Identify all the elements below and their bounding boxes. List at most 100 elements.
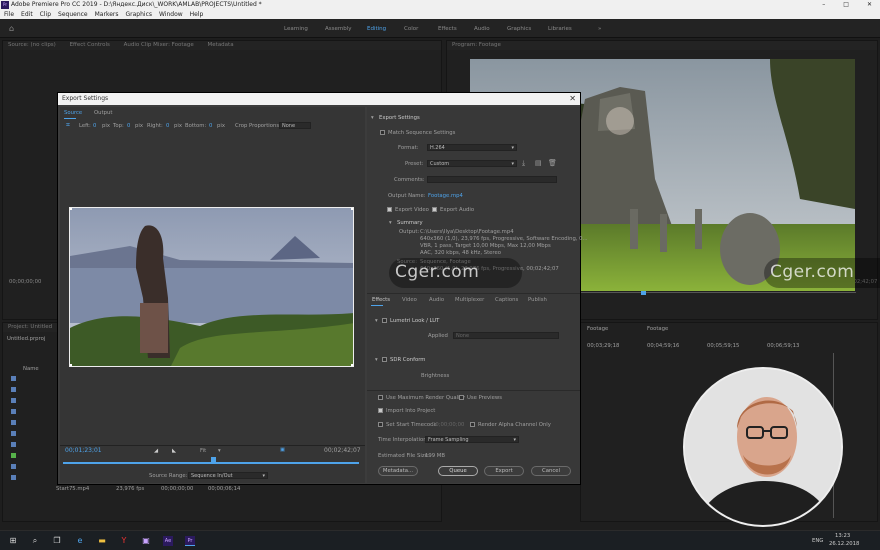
home-icon[interactable]: ⌂ bbox=[9, 24, 14, 33]
tab-multiplexer[interactable]: Multiplexer bbox=[455, 297, 484, 303]
language-indicator[interactable]: ENG bbox=[812, 538, 823, 544]
yandex-browser-icon[interactable]: Y bbox=[119, 536, 129, 546]
crop-proportions-select[interactable]: None bbox=[279, 122, 311, 129]
tab-effect-controls[interactable]: Effect Controls bbox=[70, 42, 110, 48]
timeline-tab-left[interactable]: Footage bbox=[587, 326, 608, 332]
media-encoder-icon[interactable]: ▣ bbox=[141, 536, 151, 546]
chevron-down-icon[interactable]: ▾ bbox=[375, 357, 378, 363]
sdr-checkbox[interactable] bbox=[382, 357, 387, 362]
menu-clip[interactable]: Clip bbox=[40, 10, 51, 19]
tab-audio[interactable]: Audio bbox=[474, 26, 490, 32]
delete-preset-icon[interactable]: 🗑 bbox=[548, 159, 557, 167]
crop-handle[interactable] bbox=[351, 364, 353, 366]
metadata-button[interactable]: Metadata... bbox=[378, 466, 418, 476]
list-item-color bbox=[11, 475, 16, 480]
tab-video-settings[interactable]: Video bbox=[402, 297, 417, 303]
tab-captions[interactable]: Captions bbox=[495, 297, 518, 303]
mark-out-icon[interactable]: ◣ bbox=[172, 448, 176, 454]
crop-tool-icon[interactable]: ⌗ bbox=[66, 121, 70, 130]
after-effects-icon[interactable]: Ae bbox=[163, 536, 173, 546]
timeline-tab-right[interactable]: Footage bbox=[647, 326, 668, 332]
tab-output-preview[interactable]: Output bbox=[94, 110, 112, 116]
clock-date[interactable]: 26.12.2018 bbox=[829, 541, 859, 547]
lumetri-checkbox[interactable] bbox=[382, 318, 387, 323]
max-render-checkbox[interactable] bbox=[378, 395, 383, 400]
render-alpha-checkbox[interactable] bbox=[470, 422, 475, 427]
more-workspaces-icon[interactable]: » bbox=[598, 26, 601, 32]
import-preset-icon[interactable]: ▤ bbox=[535, 159, 542, 167]
source-range-select[interactable]: Sequence In/Out ▾ bbox=[188, 472, 268, 479]
crop-handle[interactable] bbox=[70, 364, 72, 366]
tab-source[interactable]: Source: (no clips) bbox=[8, 42, 56, 48]
maximize-button[interactable]: □ bbox=[843, 0, 849, 10]
preset-select[interactable]: Custom ▾ bbox=[427, 160, 517, 167]
tab-editing[interactable]: Editing bbox=[367, 26, 386, 32]
mark-in-icon[interactable]: ◢ bbox=[154, 448, 158, 454]
edge-icon[interactable]: e bbox=[75, 536, 85, 546]
dialog-close-button[interactable]: ✕ bbox=[569, 93, 576, 105]
chevron-down-icon[interactable]: ▾ bbox=[375, 318, 378, 324]
save-preset-icon[interactable]: ⤓ bbox=[522, 159, 525, 168]
tab-metadata[interactable]: Metadata bbox=[208, 42, 234, 48]
tab-effects-settings[interactable]: Effects bbox=[372, 297, 390, 303]
tab-assembly[interactable]: Assembly bbox=[325, 26, 352, 32]
tab-color[interactable]: Color bbox=[404, 26, 418, 32]
format-select[interactable]: H.264 ▾ bbox=[427, 144, 517, 151]
start-timecode-checkbox[interactable] bbox=[378, 422, 383, 427]
close-window-button[interactable]: ✕ bbox=[867, 0, 872, 10]
project-row-name[interactable]: Start75.mp4 bbox=[56, 486, 89, 492]
output-name-link[interactable]: Footage.mp4 bbox=[428, 193, 463, 199]
menu-window[interactable]: Window bbox=[159, 10, 183, 19]
chevron-down-icon[interactable]: ▾ bbox=[389, 220, 392, 226]
windows-start-icon[interactable]: ⊞ bbox=[8, 536, 18, 546]
column-name-header[interactable]: Name bbox=[23, 366, 39, 372]
ruler-time: 00;05;59;15 bbox=[707, 343, 740, 349]
interp-select[interactable]: Frame Sampling ▾ bbox=[425, 436, 519, 443]
chevron-down-icon[interactable]: ▾ bbox=[371, 115, 374, 121]
menu-markers[interactable]: Markers bbox=[95, 10, 119, 19]
export-video-checkbox[interactable] bbox=[387, 207, 392, 212]
ruler-time: 00;03;29;18 bbox=[587, 343, 620, 349]
export-audio-checkbox[interactable] bbox=[432, 207, 437, 212]
menu-graphics[interactable]: Graphics bbox=[126, 10, 153, 19]
crop-bottom-value[interactable]: 0 bbox=[209, 123, 212, 129]
minimize-button[interactable]: – bbox=[822, 0, 825, 10]
crop-handle[interactable] bbox=[351, 208, 353, 210]
cancel-button[interactable]: Cancel bbox=[531, 466, 571, 476]
chevron-down-icon[interactable]: ▾ bbox=[218, 448, 221, 454]
search-icon[interactable]: ⌕ bbox=[30, 536, 40, 546]
export-preview-frame[interactable] bbox=[69, 207, 354, 367]
premiere-taskbar-icon[interactable]: Pr bbox=[185, 536, 195, 546]
use-previews-checkbox[interactable] bbox=[459, 395, 464, 400]
crop-top-value[interactable]: 0 bbox=[127, 123, 130, 129]
tab-audio-clip-mixer[interactable]: Audio Clip Mixer: Footage bbox=[124, 42, 194, 48]
menu-edit[interactable]: Edit bbox=[21, 10, 33, 19]
menu-sequence[interactable]: Sequence bbox=[58, 10, 88, 19]
clock-time[interactable]: 13:23 bbox=[835, 533, 850, 539]
queue-button[interactable]: Queue bbox=[438, 466, 478, 476]
aspect-icon[interactable]: ▣ bbox=[280, 447, 285, 453]
comments-input[interactable] bbox=[427, 176, 557, 183]
applied-select[interactable]: None bbox=[453, 332, 559, 339]
tab-graphics[interactable]: Graphics bbox=[507, 26, 531, 32]
folder-icon[interactable]: ▬ bbox=[97, 536, 107, 546]
tab-learning[interactable]: Learning bbox=[284, 26, 308, 32]
crop-right-value[interactable]: 0 bbox=[166, 123, 169, 129]
tab-libraries[interactable]: Libraries bbox=[548, 26, 572, 32]
export-button[interactable]: Export bbox=[484, 466, 524, 476]
tab-source-preview[interactable]: Source bbox=[64, 110, 82, 116]
menu-help[interactable]: Help bbox=[190, 10, 204, 19]
task-view-icon[interactable]: ❐ bbox=[52, 536, 62, 546]
tab-audio-settings[interactable]: Audio bbox=[429, 297, 444, 303]
crop-top-label: Top: bbox=[113, 123, 124, 129]
export-playhead[interactable] bbox=[211, 457, 216, 464]
crop-unit: pix bbox=[135, 123, 143, 129]
crop-handle[interactable] bbox=[70, 208, 72, 210]
menu-file[interactable]: File bbox=[4, 10, 14, 19]
match-sequence-checkbox[interactable] bbox=[380, 130, 385, 135]
import-project-checkbox[interactable] bbox=[378, 408, 383, 413]
tab-effects[interactable]: Effects bbox=[438, 26, 457, 32]
timecode-in[interactable]: 00;01;23;01 bbox=[65, 447, 102, 454]
crop-left-value[interactable]: 0 bbox=[93, 123, 96, 129]
tab-publish[interactable]: Publish bbox=[528, 297, 547, 303]
